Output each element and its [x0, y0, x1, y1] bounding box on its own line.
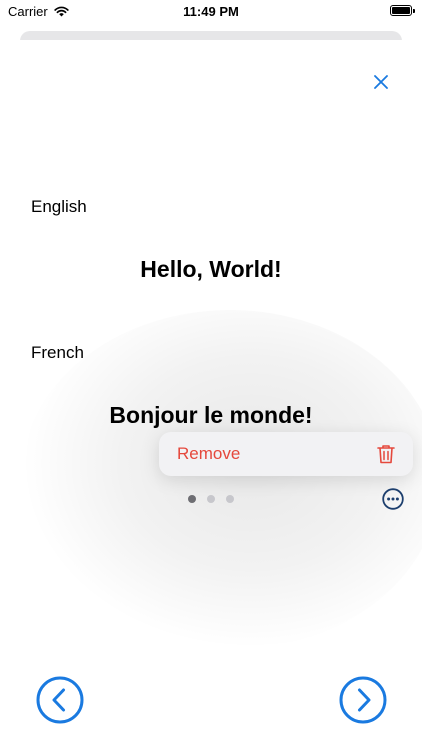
status-time: 11:49 PM	[183, 4, 239, 19]
page-dot-3[interactable]	[226, 495, 234, 503]
translation-sheet: English Hello, World! French Bonjour le …	[0, 40, 422, 750]
page-dot-2[interactable]	[207, 495, 215, 503]
previous-button[interactable]	[36, 676, 84, 724]
target-phrase: Bonjour le monde!	[109, 402, 313, 428]
remove-label: Remove	[177, 444, 241, 463]
close-button[interactable]	[369, 70, 393, 94]
next-button[interactable]	[339, 676, 387, 724]
chevron-left-circle-icon	[36, 676, 84, 724]
more-options-button[interactable]	[382, 488, 404, 510]
ellipsis-circle-icon	[382, 488, 404, 510]
close-icon	[374, 75, 388, 89]
page-dot-1[interactable]	[188, 495, 196, 503]
chevron-right-circle-icon	[339, 676, 387, 724]
source-phrase: Hello, World!	[140, 256, 282, 282]
source-language-label: English	[31, 197, 87, 216]
status-bar: Carrier 11:49 PM	[0, 0, 422, 24]
target-language-label: French	[31, 343, 84, 362]
page-indicator[interactable]	[188, 495, 234, 503]
trash-icon	[377, 445, 395, 464]
battery-icon	[390, 5, 415, 16]
remove-menu-item[interactable]: Remove	[159, 432, 413, 476]
